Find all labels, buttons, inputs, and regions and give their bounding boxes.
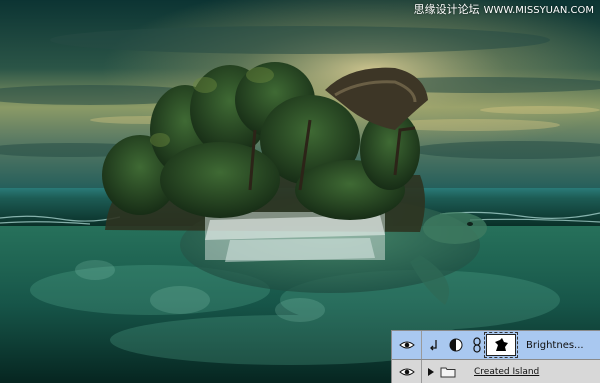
eye-icon <box>398 341 415 349</box>
chain-link-icon[interactable] <box>471 337 483 353</box>
eye-icon <box>398 368 415 376</box>
layer-name[interactable]: Created Island <box>474 367 539 377</box>
expand-arrow-icon[interactable] <box>426 368 436 376</box>
mask-shape-icon <box>495 338 508 351</box>
visibility-toggle[interactable] <box>392 331 422 359</box>
folder-icon <box>440 366 456 378</box>
visibility-toggle[interactable] <box>392 360 422 383</box>
layer-mask-thumbnail[interactable] <box>484 332 518 358</box>
layer-row-group[interactable]: Created Island <box>392 360 600 383</box>
adjustment-layer-icon[interactable] <box>448 338 464 352</box>
site-watermark: 思缘设计论坛 WWW.MISSYUAN.COM <box>414 4 594 17</box>
clipping-mask-icon <box>428 339 442 351</box>
watermark-url: WWW.MISSYUAN.COM <box>483 5 594 16</box>
layer-name[interactable]: Brightnes... <box>526 340 584 351</box>
layers-panel: Brightnes... Created Island <box>391 330 600 383</box>
artwork-image <box>0 0 600 383</box>
layer-row-brightness[interactable]: Brightnes... <box>392 331 600 360</box>
watermark-cn: 思缘设计论坛 <box>413 3 480 16</box>
document-canvas[interactable]: 思缘设计论坛 WWW.MISSYUAN.COM Brightnes... Cre… <box>0 0 600 383</box>
